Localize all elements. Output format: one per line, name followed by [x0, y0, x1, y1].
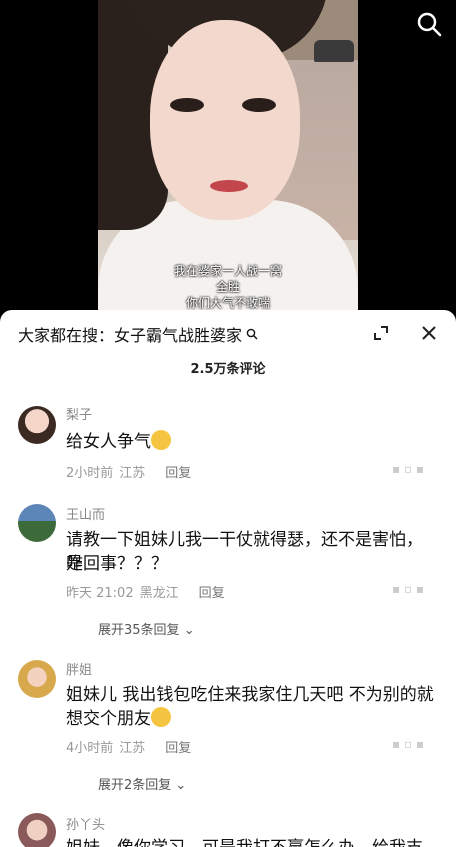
video-subtitle-line3: 你们大气不敢喘	[185, 296, 270, 310]
comment-username[interactable]: 胖姐	[66, 659, 92, 678]
avatar[interactable]	[18, 406, 56, 444]
comment-location: 黑龙江	[139, 586, 179, 601]
app-root: 我在婆家一人战一窝 全胜 你们大气不敢喘 大家都在搜： 女子霸气战胜婆家 2.5…	[0, 0, 456, 847]
comment-username[interactable]: 王山而	[66, 504, 105, 523]
comment-text-content: 想交个朋友	[66, 709, 151, 729]
comment-sheet: 大家都在搜： 女子霸气战胜婆家 2.5万条评论	[0, 310, 456, 847]
comment-meta: 2小时前 江苏 回复	[66, 462, 197, 481]
expand-icon[interactable]	[372, 324, 390, 342]
reply-button[interactable]: 回复	[165, 462, 191, 481]
comment-text-line1: 姐妹儿 我出钱包吃住来我家住几天吧 不为别的就	[66, 685, 434, 705]
search-suggestion[interactable]: 大家都在搜： 女子霸气战胜婆家	[18, 322, 258, 346]
comment-time: 4小时前	[66, 741, 114, 756]
expand-replies-label: 展开35条回复	[98, 623, 180, 638]
left-eye	[170, 98, 204, 112]
search-prefix: 大家都在搜：	[18, 326, 115, 345]
comment-time: 昨天 21:02	[66, 586, 134, 601]
comment-meta: 昨天 21:02 黑龙江 回复	[66, 582, 231, 601]
video-frame: 我在婆家一人战一窝 全胜 你们大气不敢喘	[98, 0, 358, 312]
thumbs-up-icon	[151, 430, 171, 450]
avatar[interactable]	[18, 504, 56, 542]
mouth	[210, 180, 248, 192]
comment-text-content: 给女人争气	[66, 432, 151, 452]
like-button[interactable]: ▪ ▫ ▪	[392, 462, 424, 476]
avatar[interactable]	[18, 813, 56, 847]
right-eye	[242, 98, 276, 112]
comment-username[interactable]: 孙丫头	[66, 814, 105, 833]
like-button[interactable]: ▪ ▫ ▪	[392, 737, 424, 751]
video-subtitle-line2: 全胜	[215, 280, 240, 294]
search-query[interactable]: 女子霸气战胜婆家	[114, 322, 242, 346]
comment-text: 姐妹，像你学习，可是我打不赢怎么办，给我支	[66, 836, 438, 847]
comment-time: 2小时前	[66, 466, 114, 481]
comment-location: 江苏	[119, 466, 146, 481]
comment-text-line2: 咋回事？？？	[66, 554, 168, 574]
person-face	[150, 20, 300, 220]
expand-replies-button[interactable]: 展开2条回复 ⌄	[98, 774, 186, 793]
reply-button[interactable]: 回复	[165, 737, 191, 756]
chevron-down-icon: ⌄	[175, 778, 187, 793]
smile-icon	[151, 707, 171, 727]
avatar[interactable]	[18, 660, 56, 698]
video-subtitle-line1: 我在婆家一人战一窝	[173, 264, 282, 278]
search-icon[interactable]	[415, 10, 443, 38]
background-car	[314, 40, 354, 62]
reply-button[interactable]: 回复	[199, 582, 225, 601]
comment-meta: 4小时前 江苏 回复	[66, 737, 197, 756]
chevron-down-icon: ⌄	[183, 623, 195, 638]
close-icon[interactable]	[420, 324, 438, 342]
video-player[interactable]: 我在婆家一人战一窝 全胜 你们大气不敢喘	[0, 0, 456, 312]
comment-text: 给女人争气	[66, 430, 438, 454]
comment-text-line2: 想交个朋友	[66, 707, 438, 731]
search-small-icon	[246, 328, 258, 340]
comment-location: 江苏	[119, 741, 146, 756]
comment-count: 2.5万条评论	[190, 362, 266, 377]
expand-replies-label: 展开2条回复	[98, 778, 172, 793]
comment-username[interactable]: 梨子	[66, 404, 92, 423]
like-button[interactable]: ▪ ▫ ▪	[392, 582, 424, 596]
expand-replies-button[interactable]: 展开35条回复 ⌄	[98, 619, 195, 638]
